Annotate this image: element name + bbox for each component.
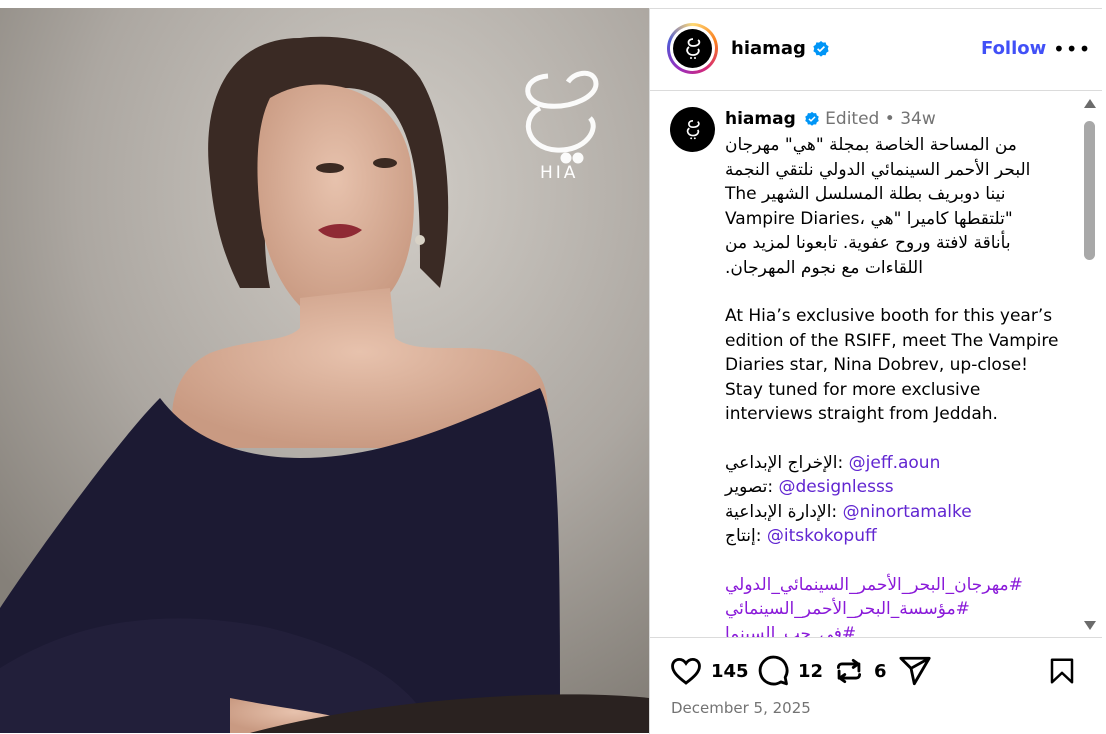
credit-line: الإخراج الإبداعي: @jeff.aoun: [725, 451, 1065, 476]
credit-label: تصوير:: [725, 477, 774, 497]
portrait-illustration: HIA: [0, 8, 649, 733]
credit-label: الإدارة الإبداعية:: [725, 501, 838, 522]
story-ring[interactable]: [667, 23, 718, 74]
scrollbar-thumb[interactable]: [1084, 121, 1095, 260]
action-bar: 145 12 6: [650, 649, 1102, 693]
caption-english-line: interviews straight from Jeddah.: [725, 404, 998, 424]
hashtag-link[interactable]: #مهرجان_البحر_الأحمر_السينمائي_الدولي: [725, 573, 1065, 598]
watermark-text: HIA: [540, 163, 578, 183]
caption-arabic-line: البحر الأحمر السينمائي الدولي نلتقي النج…: [725, 159, 1031, 180]
repost-button[interactable]: 6: [832, 649, 887, 693]
like-count[interactable]: 145: [711, 661, 749, 682]
caption-arabic-line: من المساحة الخاصة بمجلة "هي" مهرجان: [725, 135, 1017, 155]
username-text[interactable]: hiamag: [731, 38, 806, 59]
credit-label: إنتاج:: [725, 526, 762, 546]
post-photo[interactable]: HIA: [0, 8, 649, 733]
caption-arabic-line: بأناقة لافتة وروح عفوية. تابعونا لمزيد م…: [725, 233, 1011, 253]
credit-handle-link[interactable]: @itskokopuff: [767, 526, 877, 546]
comment-count[interactable]: 12: [798, 661, 823, 682]
credit-handle-link[interactable]: @ninortamalke: [843, 502, 972, 522]
like-button[interactable]: 145: [669, 649, 749, 693]
verified-badge-icon: [805, 111, 819, 126]
caption-scroll-area[interactable]: hiamag Edited • 34w من المساحة الخاصة بم…: [650, 91, 1102, 638]
post-panel: hiamag Follow ••• hiamag Edited • 34w من…: [649, 8, 1102, 734]
more-options-icon[interactable]: •••: [1053, 37, 1091, 61]
comment-button[interactable]: 12: [756, 649, 823, 693]
scroll-up-arrow-icon[interactable]: [1084, 99, 1096, 108]
caption-english-line: Stay tuned for more exclusive: [725, 379, 981, 400]
save-button[interactable]: [1047, 649, 1077, 693]
share-button[interactable]: [898, 649, 932, 693]
hashtag-link[interactable]: #مؤسسة_البحر_الأحمر_السينمائي: [725, 597, 1065, 622]
credit-label: الإخراج الإبداعي:: [725, 452, 844, 473]
follow-button[interactable]: Follow: [981, 38, 1046, 59]
avatar[interactable]: [673, 29, 712, 68]
caption-arabic-line: Vampire Diaries، تلتقطها كاميرا "هي": [725, 208, 1013, 229]
hia-logo-icon: [685, 37, 700, 59]
caption-header: hiamag Edited • 34w: [725, 109, 936, 129]
caption-arabic-line: نينا دوبريف بطلة المسلسل الشهير The: [725, 184, 1006, 204]
caption-username[interactable]: hiamag: [725, 109, 796, 129]
separator-dot: •: [884, 109, 895, 129]
caption-text: من المساحة الخاصة بمجلة "هي" مهرجان البح…: [725, 133, 1065, 638]
credit-line: الإدارة الإبداعية: @ninortamalke: [725, 500, 1065, 525]
repost-count[interactable]: 6: [874, 661, 887, 682]
header-username[interactable]: hiamag: [731, 38, 830, 59]
hia-logo-icon: [686, 119, 700, 139]
post-age[interactable]: 34w: [900, 109, 936, 129]
post-date[interactable]: December 5, 2025: [671, 699, 811, 717]
credit-line: إنتاج: @itskokopuff: [725, 524, 1065, 549]
caption-english-line: At Hia’s exclusive booth for this year’s: [725, 306, 1053, 326]
verified-badge-icon: [813, 41, 829, 57]
caption-arabic-line: اللقاءات مع نجوم المهرجان.: [725, 257, 923, 278]
edited-label: Edited: [825, 109, 880, 129]
bookmark-icon: [1050, 658, 1074, 684]
caption-avatar[interactable]: [670, 107, 715, 152]
scroll-down-arrow-icon[interactable]: [1084, 621, 1096, 630]
credit-handle-link[interactable]: @designlesss: [779, 477, 894, 497]
share-icon: [899, 656, 931, 686]
hashtag-link[interactable]: #في_حب_السينما: [725, 622, 1065, 638]
comment-icon: [758, 655, 789, 686]
caption-scrollbar[interactable]: [1082, 95, 1096, 633]
post-header: hiamag Follow •••: [650, 9, 1102, 91]
credit-line: تصوير: @designlesss: [725, 475, 1065, 500]
caption-english-line: edition of the RSIFF, meet The Vampire: [725, 330, 1059, 351]
repost-icon: [836, 658, 862, 684]
credit-handle-link[interactable]: @jeff.aoun: [849, 453, 941, 473]
heart-icon: [671, 657, 701, 685]
caption-english-line: Diaries star, Nina Dobrev, up-close!: [725, 355, 1028, 375]
